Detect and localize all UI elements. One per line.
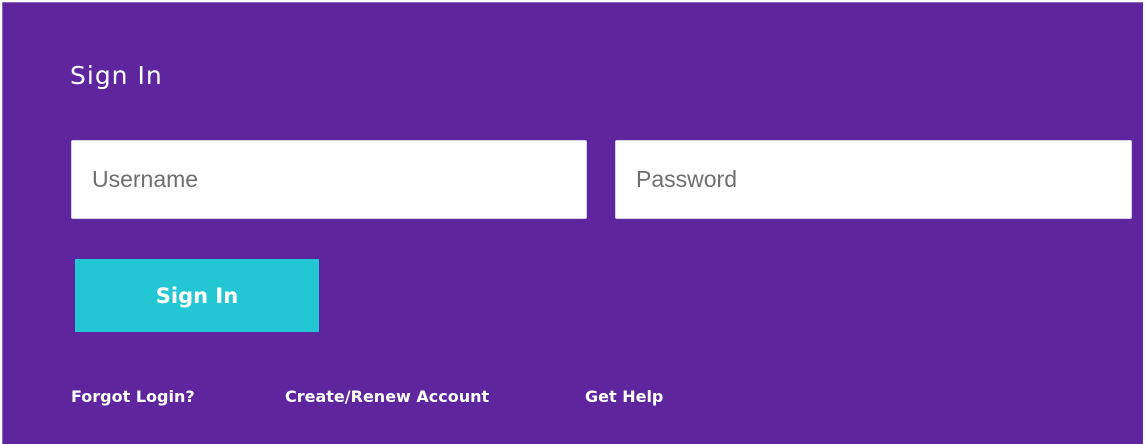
password-field[interactable] — [615, 140, 1132, 219]
forgot-login-link[interactable]: Forgot Login? — [71, 387, 195, 406]
page-title: Sign In — [70, 61, 163, 90]
username-field[interactable] — [71, 140, 587, 219]
get-help-link[interactable]: Get Help — [585, 387, 663, 406]
create-renew-account-link[interactable]: Create/Renew Account — [285, 387, 489, 406]
sign-in-panel: Sign In Sign In Forgot Login? Create/Ren… — [2, 2, 1143, 444]
sign-in-button[interactable]: Sign In — [75, 259, 319, 332]
help-links: Forgot Login? Create/Renew Account Get H… — [3, 387, 1143, 411]
